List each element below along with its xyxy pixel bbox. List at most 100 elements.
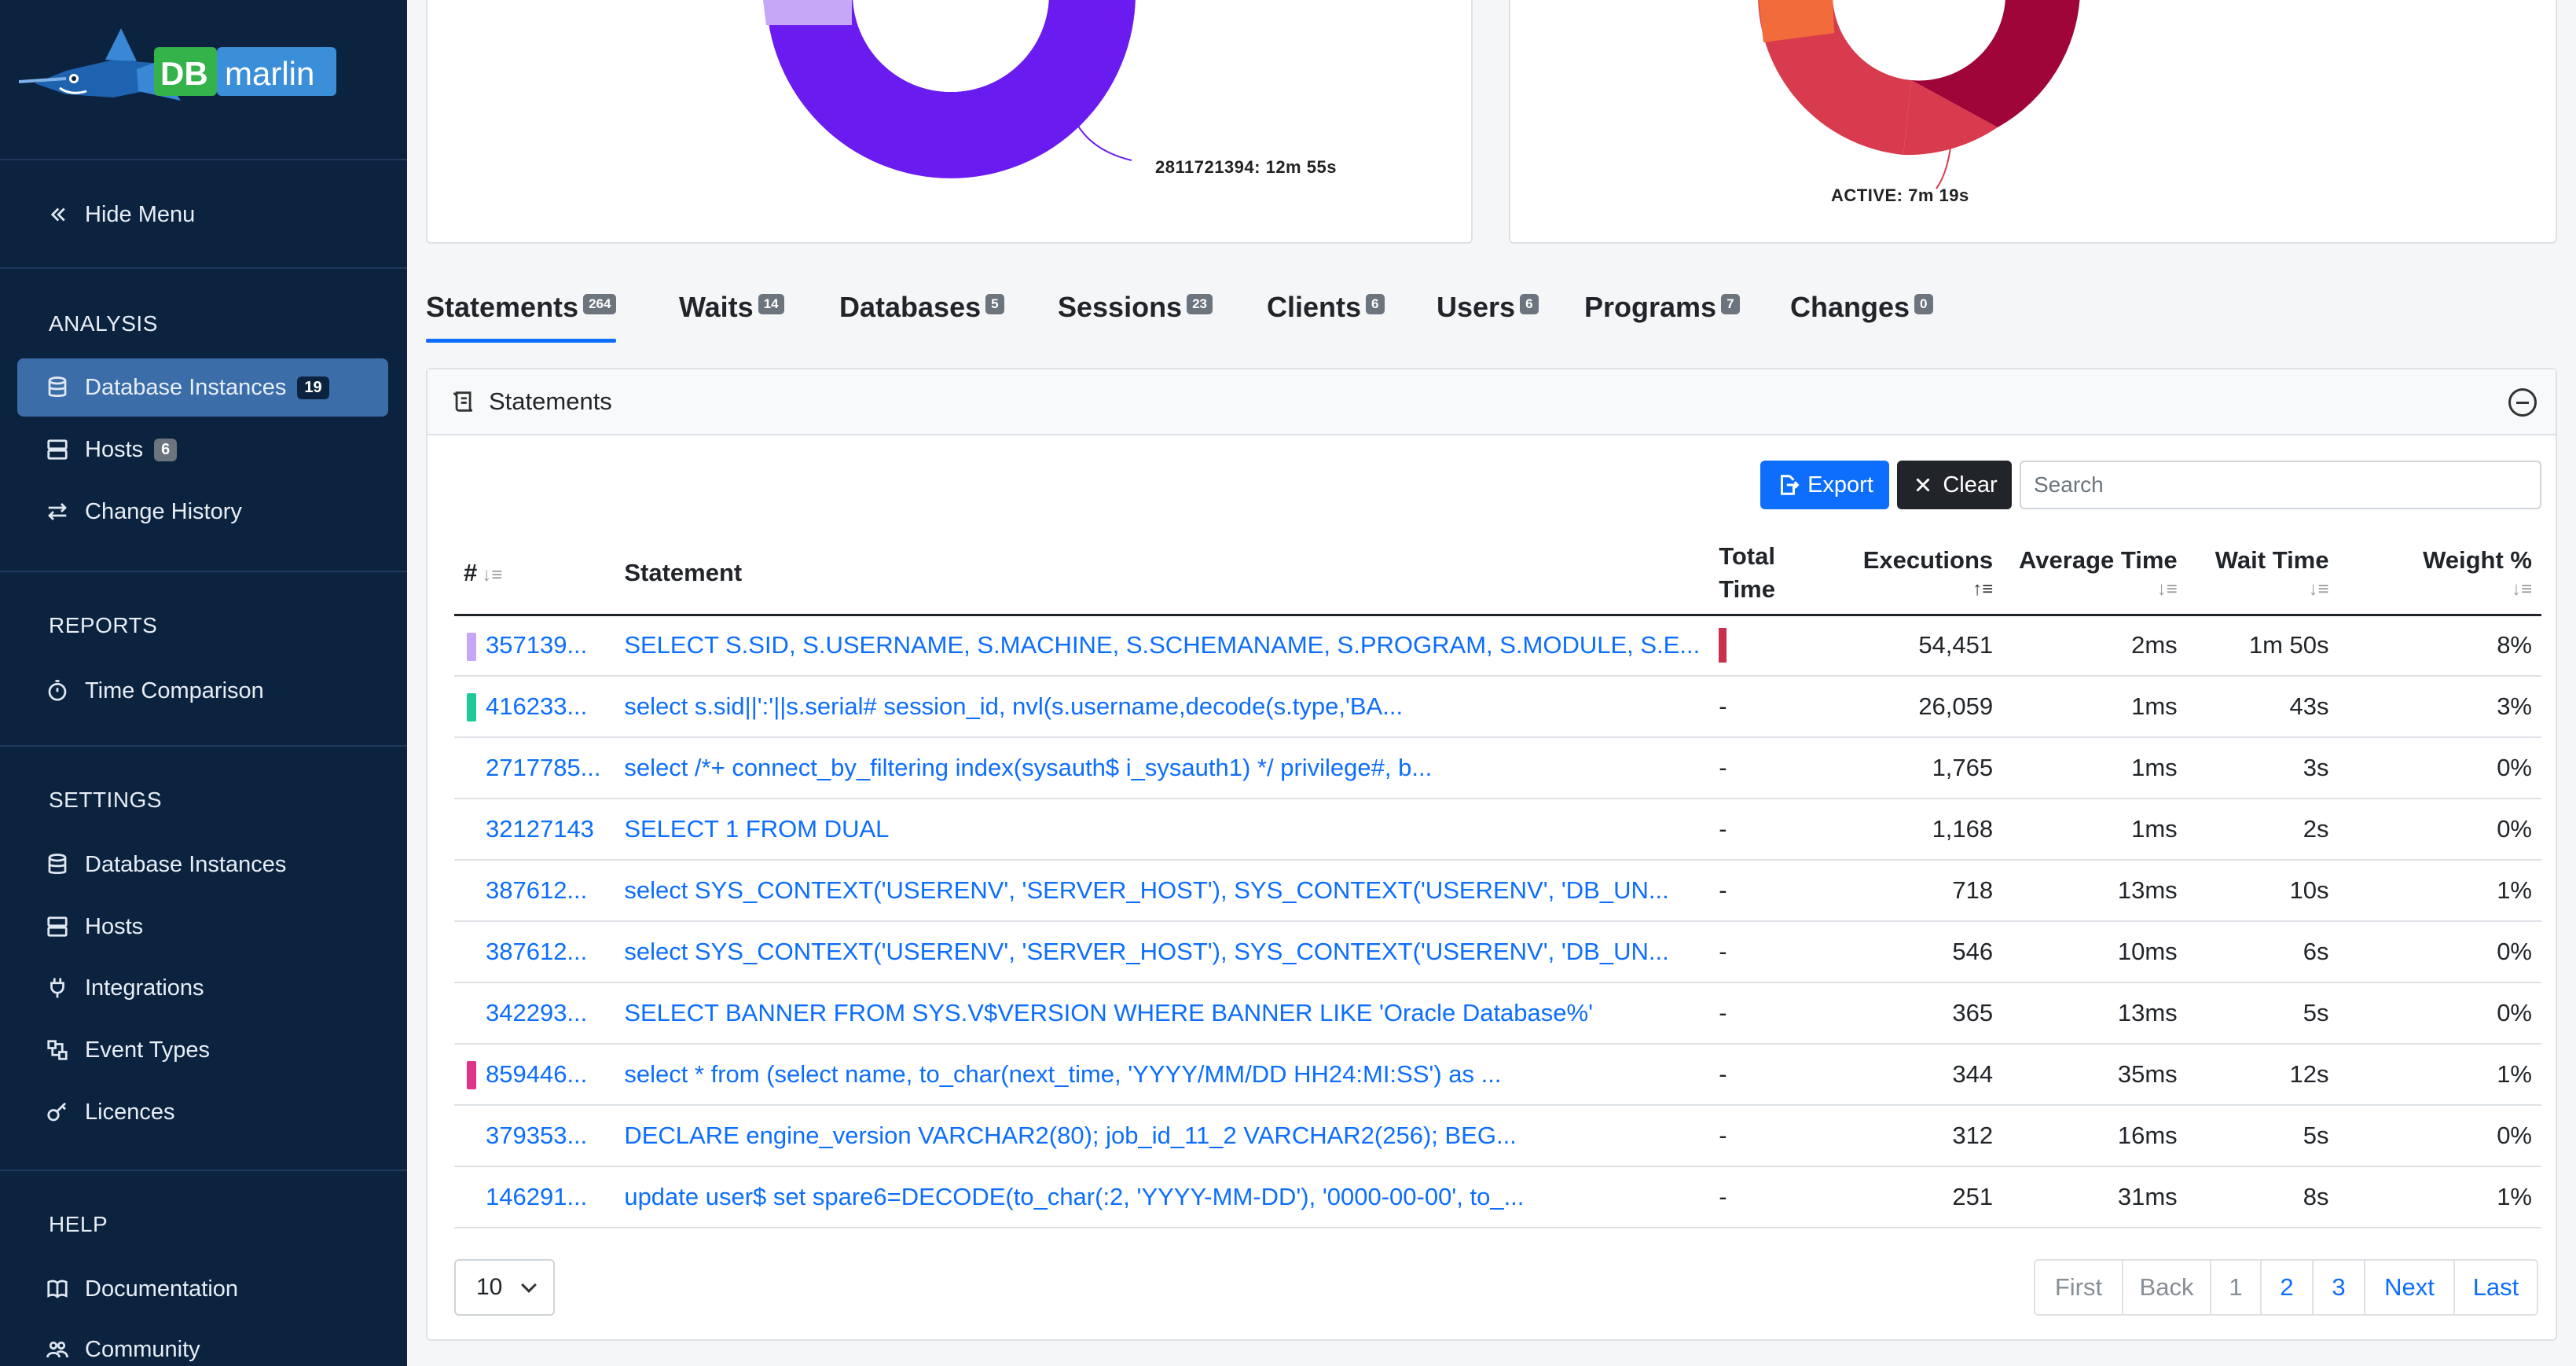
sidebar-item-licences[interactable]: Licences: [17, 1083, 388, 1141]
file-export-icon: [1781, 475, 1800, 495]
statement-text-link[interactable]: select /*+ connect_by_filtering index(sy…: [615, 737, 1710, 799]
tab-badge: 6: [1520, 294, 1539, 314]
total-time-value: -: [1719, 876, 1727, 904]
wait-time-cell: 43s: [2186, 676, 2339, 738]
sidebar-item-community[interactable]: Community: [17, 1320, 388, 1366]
tab-waits[interactable]: Waits 14: [679, 291, 784, 324]
table-row[interactable]: 859446... select * from (select name, to_…: [454, 1044, 2541, 1106]
statement-id-link[interactable]: 859446...: [454, 1044, 615, 1106]
page-1-button[interactable]: 1: [2210, 1261, 2260, 1314]
tab-changes[interactable]: Changes 0: [1790, 291, 1933, 324]
col-average-time[interactable]: Average Time ↓≡: [2002, 533, 2187, 616]
table-row[interactable]: 2717785... select /*+ connect_by_filterin…: [454, 737, 2541, 799]
sidebar-item-label: Database Instances: [85, 374, 287, 400]
statement-id-link[interactable]: 357139...: [454, 615, 615, 677]
table-row[interactable]: 379353... DECLARE engine_version VARCHAR2…: [454, 1105, 2541, 1167]
statement-id-link[interactable]: 387612...: [454, 860, 615, 922]
statement-text-link[interactable]: SELECT S.SID, S.USERNAME, S.MACHINE, S.S…: [615, 615, 1710, 677]
collapse-icon[interactable]: [2508, 388, 2537, 417]
sidebar-item-settings-hosts[interactable]: Hosts: [17, 898, 388, 956]
tab-sessions[interactable]: Sessions 23: [1058, 291, 1213, 324]
statement-text-link[interactable]: select * from (select name, to_char(next…: [615, 1044, 1710, 1106]
sidebar-item-label: Licences: [85, 1099, 175, 1125]
table-row[interactable]: 146291... update user$ set spare6=DECODE(…: [454, 1166, 2541, 1228]
page-back-button[interactable]: Back: [2122, 1261, 2210, 1314]
tab-users[interactable]: Users 6: [1437, 291, 1539, 324]
col-label: Statement: [624, 559, 743, 587]
table-row[interactable]: 416233... select s.sid||':'||s.serial# se…: [454, 676, 2541, 738]
col-label: Time: [1719, 575, 1775, 604]
sidebar-item-event-types[interactable]: Event Types: [17, 1021, 388, 1079]
col-hash[interactable]: # ↓≡: [454, 533, 615, 616]
weight-cell: 0%: [2338, 799, 2541, 861]
statements-card-title: Statements: [489, 387, 612, 415]
statement-id-link[interactable]: 2717785...: [454, 737, 615, 799]
table-row[interactable]: 357139... SELECT S.SID, S.USERNAME, S.MAC…: [454, 615, 2541, 677]
sidebar-item-time-comparison[interactable]: Time Comparison: [17, 662, 388, 720]
executions-cell: 54,451: [1832, 615, 2003, 677]
statement-text-link[interactable]: select SYS_CONTEXT('USERENV', 'SERVER_HO…: [615, 921, 1710, 983]
table-row[interactable]: 387612... select SYS_CONTEXT('USERENV', '…: [454, 860, 2541, 922]
col-statement[interactable]: Statement: [615, 533, 1710, 616]
tab-label: Clients: [1267, 291, 1362, 323]
statement-id-link[interactable]: 379353...: [454, 1105, 615, 1167]
sidebar-item-settings-database-instances[interactable]: Database Instances: [17, 835, 388, 894]
statement-text-link[interactable]: select SYS_CONTEXT('USERENV', 'SERVER_HO…: [615, 860, 1710, 922]
sidebar-item-change-history[interactable]: Change History: [17, 483, 388, 541]
page-size-value: 10: [476, 1274, 503, 1300]
table-row[interactable]: 342293... SELECT BANNER FROM SYS.V$VERSIO…: [454, 982, 2541, 1045]
page-first-button[interactable]: First: [2035, 1261, 2122, 1314]
page-size-select[interactable]: 10: [454, 1259, 555, 1316]
sidebar-item-documentation[interactable]: Documentation: [17, 1260, 388, 1318]
statement-text-link[interactable]: update user$ set spare6=DECODE(to_char(:…: [615, 1166, 1710, 1228]
col-wait-time[interactable]: Wait Time ↓≡: [2186, 533, 2339, 616]
export-button[interactable]: Export: [1760, 461, 1889, 509]
statement-id-link[interactable]: 342293...: [454, 982, 615, 1045]
weight-cell: 1%: [2338, 1166, 2541, 1228]
statement-id-link[interactable]: 146291...: [454, 1166, 615, 1228]
statement-id-link[interactable]: 416233...: [454, 676, 615, 738]
statement-text-link[interactable]: SELECT 1 FROM DUAL: [615, 799, 1710, 861]
clear-button[interactable]: Clear: [1897, 461, 2012, 509]
tab-statements[interactable]: Statements 264: [426, 291, 617, 343]
dbmarlin-logo[interactable]: DB marlin: [18, 22, 349, 124]
average-time-cell: 1ms: [2002, 737, 2187, 799]
table-row[interactable]: 32127143 SELECT 1 FROM DUAL - 1,168 1ms 2s 0%: [454, 799, 2541, 861]
executions-cell: 1,765: [1832, 737, 2003, 799]
statements-card-header: Statements: [427, 369, 2556, 435]
col-total-time[interactable]: Total Time: [1709, 533, 1833, 616]
tab-programs[interactable]: Programs 7: [1584, 291, 1740, 324]
statement-id-link[interactable]: 32127143: [454, 799, 615, 861]
tab-badge: 14: [758, 294, 784, 314]
clear-label: Clear: [1943, 472, 1998, 498]
sidebar-item-hosts[interactable]: Hosts 6: [17, 420, 388, 479]
statement-text-link[interactable]: SELECT BANNER FROM SYS.V$VERSION WHERE B…: [615, 982, 1710, 1045]
tab-databases[interactable]: Databases 5: [839, 291, 1004, 324]
total-time-value: -: [1719, 1060, 1727, 1088]
page-last-button[interactable]: Last: [2453, 1261, 2537, 1314]
wait-time-cell: 8s: [2186, 1166, 2339, 1228]
tab-badge: 5: [985, 294, 1004, 314]
page-next-button[interactable]: Next: [2364, 1261, 2453, 1314]
search-input[interactable]: [2020, 461, 2541, 509]
col-executions[interactable]: Executions ↑≡: [1832, 533, 2003, 616]
sidebar-item-integrations[interactable]: Integrations: [17, 959, 388, 1017]
col-weight[interactable]: Weight % ↓≡: [2338, 533, 2541, 616]
statement-text-link[interactable]: DECLARE engine_version VARCHAR2(80); job…: [615, 1105, 1710, 1167]
sidebar-item-database-instances[interactable]: Database Instances 19: [17, 358, 388, 417]
table-row[interactable]: 387612... select SYS_CONTEXT('USERENV', '…: [454, 921, 2541, 983]
statement-id: 387612...: [486, 876, 588, 904]
hide-menu-button[interactable]: Hide Menu: [17, 185, 388, 244]
statement-text-link[interactable]: select s.sid||':'||s.serial# session_id,…: [615, 676, 1710, 738]
page-3-button[interactable]: 3: [2312, 1261, 2364, 1314]
statement-id: 342293...: [486, 999, 588, 1026]
executions-cell: 312: [1832, 1105, 2003, 1167]
sidebar-item-label: Integrations: [85, 975, 204, 1001]
tab-clients[interactable]: Clients 6: [1267, 291, 1385, 324]
weight-cell: 0%: [2338, 737, 2541, 799]
wait-time-cell: 2s: [2186, 799, 2339, 861]
statement-id-link[interactable]: 387612...: [454, 921, 615, 983]
book-icon: [44, 1276, 71, 1302]
page-2-button[interactable]: 2: [2260, 1261, 2312, 1314]
count-badge: 19: [297, 376, 329, 399]
